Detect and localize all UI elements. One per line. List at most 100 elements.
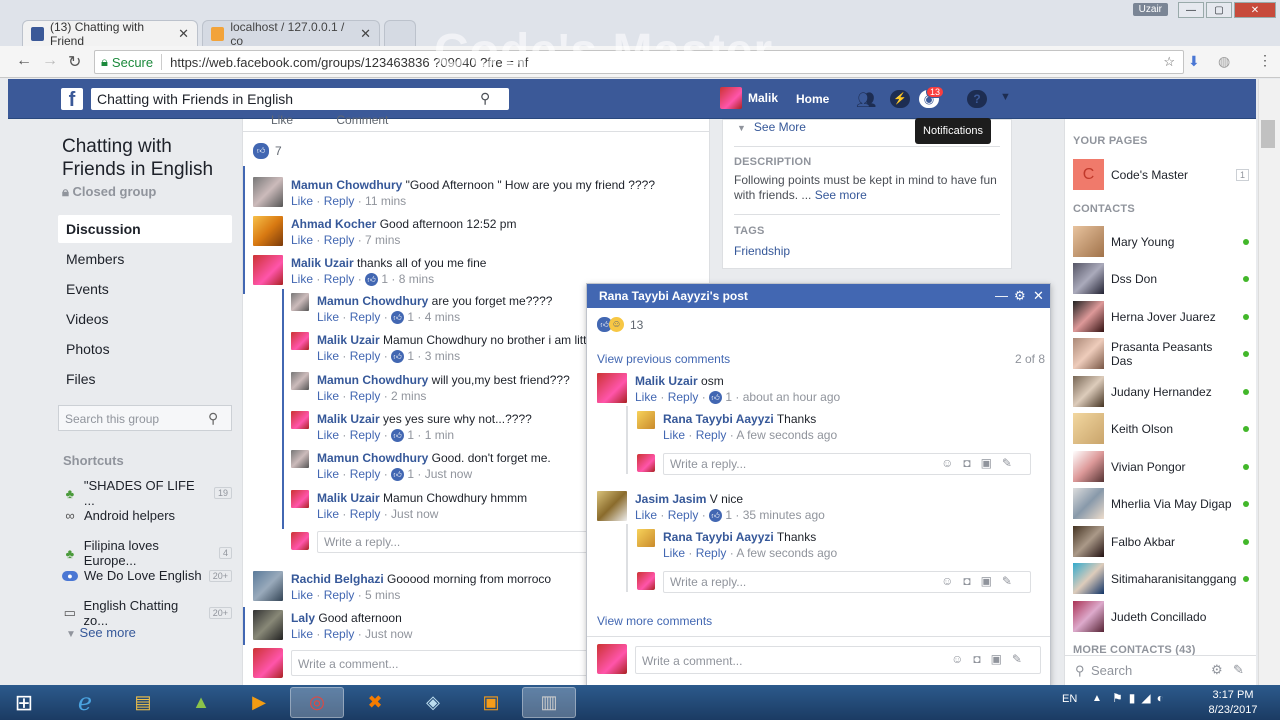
like-link[interactable]: Like xyxy=(317,389,339,403)
shortcut-item[interactable]: ▭ English Chatting zo... 20+ xyxy=(62,598,232,628)
reply-link[interactable]: Reply xyxy=(350,428,381,442)
reply-link[interactable]: Reply xyxy=(668,390,699,404)
reply-time[interactable]: A few seconds ago xyxy=(736,428,837,442)
tab-localhost[interactable]: localhost / 127.0.0.1 / co ✕ xyxy=(202,20,380,48)
comment-author[interactable]: Jasim Jasim xyxy=(635,492,706,506)
post-comment-button[interactable]: Comment xyxy=(336,113,388,127)
popup-header[interactable]: Rana Tayybi Aayyzi's post xyxy=(587,284,1050,308)
like-count[interactable]: 1 xyxy=(407,349,414,363)
like-count[interactable]: 1 xyxy=(725,390,732,404)
comment-time[interactable]: 8 mins xyxy=(399,272,434,286)
close-icon[interactable]: ✕ xyxy=(1033,288,1044,304)
shortcut-item[interactable]: ♣ Filipina loves Europe... 4 xyxy=(62,538,232,568)
android-studio-icon[interactable]: ▲ xyxy=(174,687,228,718)
like-link[interactable]: Like xyxy=(317,507,339,521)
search-icon[interactable]: ⚲ xyxy=(480,90,490,107)
post-reactions[interactable]: 👍︎ ☺ 13 xyxy=(597,317,643,332)
reply-link[interactable]: Reply xyxy=(696,428,727,442)
about-see-more[interactable]: ▼ See More xyxy=(737,120,806,134)
comment-time[interactable]: 35 minutes ago xyxy=(743,508,825,522)
contact-item[interactable]: Keith Olson xyxy=(1073,413,1249,444)
like-count[interactable]: 1 xyxy=(407,467,414,481)
reply-link[interactable]: Reply xyxy=(324,627,355,641)
like-link[interactable]: Like xyxy=(317,467,339,481)
comment-time[interactable]: about an hour ago xyxy=(743,390,840,404)
reply-link[interactable]: Reply xyxy=(350,507,381,521)
comment-input[interactable]: Write a comment... xyxy=(291,650,591,676)
tray-overflow-icon[interactable]: ▲ xyxy=(1092,693,1102,704)
minimize-icon[interactable]: — xyxy=(1178,2,1204,18)
nav-members[interactable]: Members xyxy=(58,245,232,273)
nav-events[interactable]: Events xyxy=(58,275,232,303)
virtualbox-icon[interactable]: ◈ xyxy=(406,687,460,718)
group-title[interactable]: Chatting with Friends in English xyxy=(62,135,232,181)
search-icon[interactable]: ⚲ xyxy=(208,410,218,427)
like-link[interactable]: Like xyxy=(317,349,339,363)
reply-author[interactable]: Rana Tayybi Aayyzi xyxy=(663,412,774,426)
reply-author[interactable]: Malik Uzair xyxy=(317,412,380,426)
reply-link[interactable]: Reply xyxy=(324,233,355,247)
comment-author[interactable]: Laly xyxy=(291,611,315,625)
reply-link[interactable]: Reply xyxy=(324,194,355,208)
reply-input[interactable]: Write a reply... xyxy=(317,531,597,553)
media-player-icon[interactable]: ▶ xyxy=(232,687,286,718)
like-link[interactable]: Like xyxy=(291,588,313,602)
reply-link[interactable]: Reply xyxy=(324,588,355,602)
gear-icon[interactable]: ⚙ xyxy=(1211,662,1223,678)
like-link[interactable]: Like xyxy=(291,627,313,641)
reply-time[interactable]: 3 mins xyxy=(425,349,460,363)
bookmark-star-icon[interactable]: ☆ xyxy=(1163,54,1175,70)
composer-icons[interactable]: ☺◘▣✎ xyxy=(941,456,1022,470)
view-more-comments[interactable]: View more comments xyxy=(597,614,712,628)
shortcuts-see-more[interactable]: ▼ See more xyxy=(66,625,136,640)
facebook-logo-icon[interactable]: f xyxy=(61,88,83,110)
extension-globe-icon[interactable]: ◍ xyxy=(1218,53,1230,70)
file-explorer-icon[interactable]: ▤ xyxy=(116,687,170,718)
nav-files[interactable]: Files xyxy=(58,365,232,393)
nav-videos[interactable]: Videos xyxy=(58,305,232,333)
chrome-icon[interactable]: ◎ xyxy=(290,687,344,718)
reply-time[interactable]: A few seconds ago xyxy=(736,546,837,560)
account-dropdown-icon[interactable]: ▼ xyxy=(1000,91,1011,103)
tray-icons[interactable]: ⚑▮◢◐ xyxy=(1112,691,1170,705)
reply-link[interactable]: Reply xyxy=(350,349,381,363)
minimize-icon[interactable]: — xyxy=(995,288,1008,303)
shortcut-item[interactable]: ∞ Android helpers xyxy=(62,508,232,523)
contact-item[interactable]: Mherlia Via May Digap xyxy=(1073,488,1249,519)
back-icon[interactable]: ← xyxy=(16,52,32,70)
contact-item[interactable]: Dss Don xyxy=(1073,263,1249,294)
help-icon[interactable]: ? xyxy=(967,90,987,108)
profile-link[interactable]: Malik xyxy=(720,87,778,109)
comment-author[interactable]: Mamun Chowdhury xyxy=(291,178,402,192)
contact-item[interactable]: Falbo Akbar xyxy=(1073,526,1249,557)
reply-input[interactable]: Write a reply... ☺◘▣✎ xyxy=(663,453,1031,475)
reload-icon[interactable]: ↻ xyxy=(68,52,81,72)
comment-time[interactable]: 5 mins xyxy=(365,588,400,602)
contact-item[interactable]: Judany Hernandez xyxy=(1073,376,1249,407)
reply-author[interactable]: Malik Uzair xyxy=(317,491,380,505)
comment-time[interactable]: Just now xyxy=(365,627,412,641)
like-link[interactable]: Like xyxy=(663,546,685,560)
reply-time[interactable]: 1 min xyxy=(425,428,454,442)
description-see-more[interactable]: See more xyxy=(815,188,867,202)
like-count[interactable]: 1 xyxy=(407,428,414,442)
nav-discussion[interactable]: Discussion xyxy=(58,215,232,243)
like-link[interactable]: Like xyxy=(291,272,313,286)
close-tab-icon[interactable]: ✕ xyxy=(178,26,189,42)
reply-link[interactable]: Reply xyxy=(350,310,381,324)
reply-author[interactable]: Mamun Chowdhury xyxy=(317,451,428,465)
comment-author[interactable]: Malik Uzair xyxy=(635,374,698,388)
contact-item[interactable]: Judeth Concillado xyxy=(1073,601,1249,632)
view-previous-comments[interactable]: View previous comments xyxy=(597,352,730,366)
reply-time[interactable]: Just now xyxy=(391,507,438,521)
contact-item[interactable]: Vivian Pongor xyxy=(1073,451,1249,482)
reply-time[interactable]: 4 mins xyxy=(425,310,460,324)
system-clock[interactable]: 3:17 PM 8/23/2017 xyxy=(1198,688,1268,718)
shortcut-item[interactable]: ● We Do Love English 20+ xyxy=(62,568,232,583)
close-window-icon[interactable]: ✕ xyxy=(1234,2,1276,18)
contact-item[interactable]: Herna Jover Juarez xyxy=(1073,301,1249,332)
browser-user-badge[interactable]: Uzair xyxy=(1132,3,1168,16)
scrollbar-thumb[interactable] xyxy=(1261,120,1275,148)
contact-item[interactable]: Prasanta Peasants Das xyxy=(1073,338,1249,369)
language-indicator[interactable]: EN xyxy=(1062,693,1077,705)
